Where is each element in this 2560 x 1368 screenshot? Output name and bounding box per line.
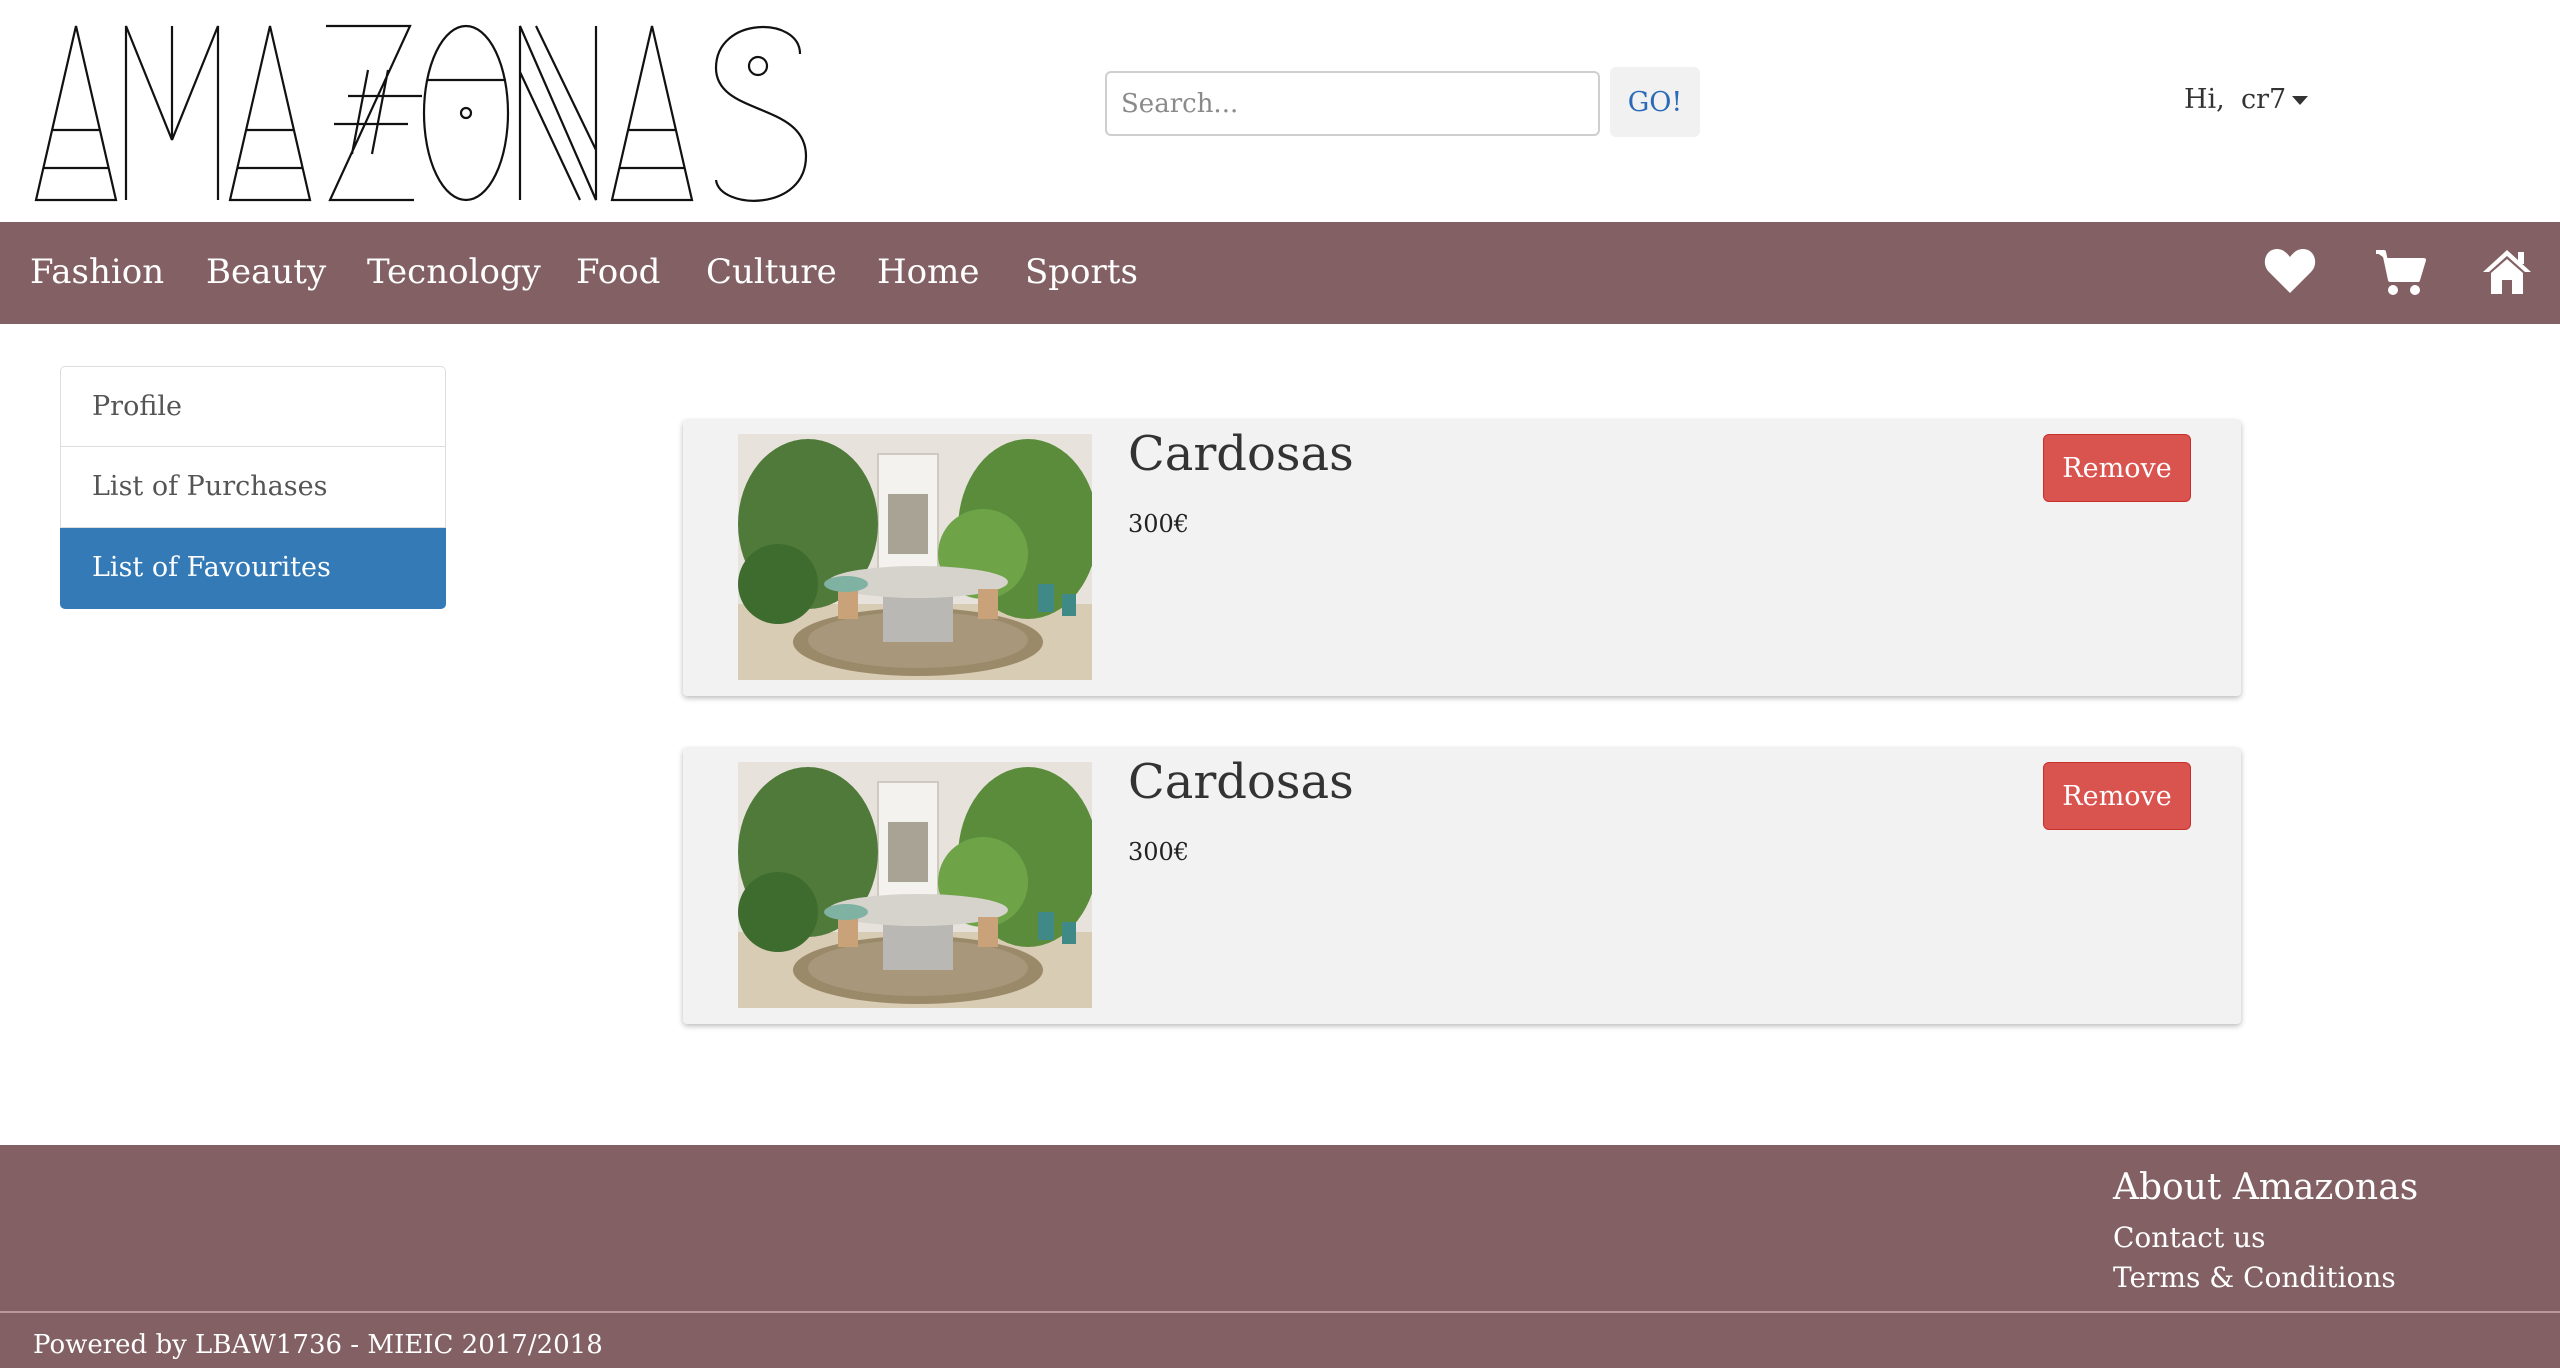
category-navbar: Fashion Beauty Tecnology Food Culture Ho… [0,222,2560,324]
sidebar-item-favourites[interactable]: List of Favourites [60,528,446,609]
nav-sports[interactable]: Sports [1025,222,1138,324]
username: cr7 [2241,84,2287,115]
heart-icon[interactable] [2264,246,2316,296]
footer-link-terms[interactable]: Terms & Conditions [2113,1261,2396,1294]
product-image[interactable] [738,434,1092,680]
home-icon[interactable] [2480,246,2534,298]
nav-culture[interactable]: Culture [706,222,837,324]
user-menu-dropdown[interactable]: cr7 [2241,84,2309,115]
search-input[interactable] [1105,71,1600,136]
cart-icon[interactable] [2374,246,2426,298]
sidebar-item-profile[interactable]: Profile [60,366,446,447]
sidebar-item-purchases[interactable]: List of Purchases [60,447,446,528]
product-image[interactable] [738,762,1092,1008]
favourite-card: Cardosas 300€ Remove [683,748,2241,1024]
search-go-button[interactable]: GO! [1610,67,1700,137]
footer: About Amazonas Contact us Terms & Condit… [0,1145,2560,1368]
footer-link-contact[interactable]: Contact us [2113,1221,2266,1254]
favourite-card: Cardosas 300€ Remove [683,420,2241,696]
nav-tecnology[interactable]: Tecnology [367,222,541,324]
product-name[interactable]: Cardosas [1128,754,1354,810]
footer-divider [0,1311,2560,1313]
product-price: 300€ [1128,510,1190,538]
footer-credit: Powered by LBAW1736 - MIEIC 2017/2018 [33,1330,603,1360]
caret-down-icon [2292,96,2309,105]
nav-beauty[interactable]: Beauty [206,222,326,324]
remove-button[interactable]: Remove [2043,762,2191,830]
nav-home[interactable]: Home [877,222,979,324]
nav-fashion[interactable]: Fashion [30,222,164,324]
remove-button[interactable]: Remove [2043,434,2191,502]
product-price: 300€ [1128,838,1190,866]
user-greeting: Hi, [2184,84,2225,115]
product-name[interactable]: Cardosas [1128,426,1354,482]
header: GO! Hi, cr7 [0,0,2560,222]
footer-heading: About Amazonas [2113,1167,2419,1208]
profile-sidebar: Profile List of Purchases List of Favour… [60,366,446,609]
amazonas-logo[interactable] [30,20,810,210]
nav-food[interactable]: Food [576,222,660,324]
